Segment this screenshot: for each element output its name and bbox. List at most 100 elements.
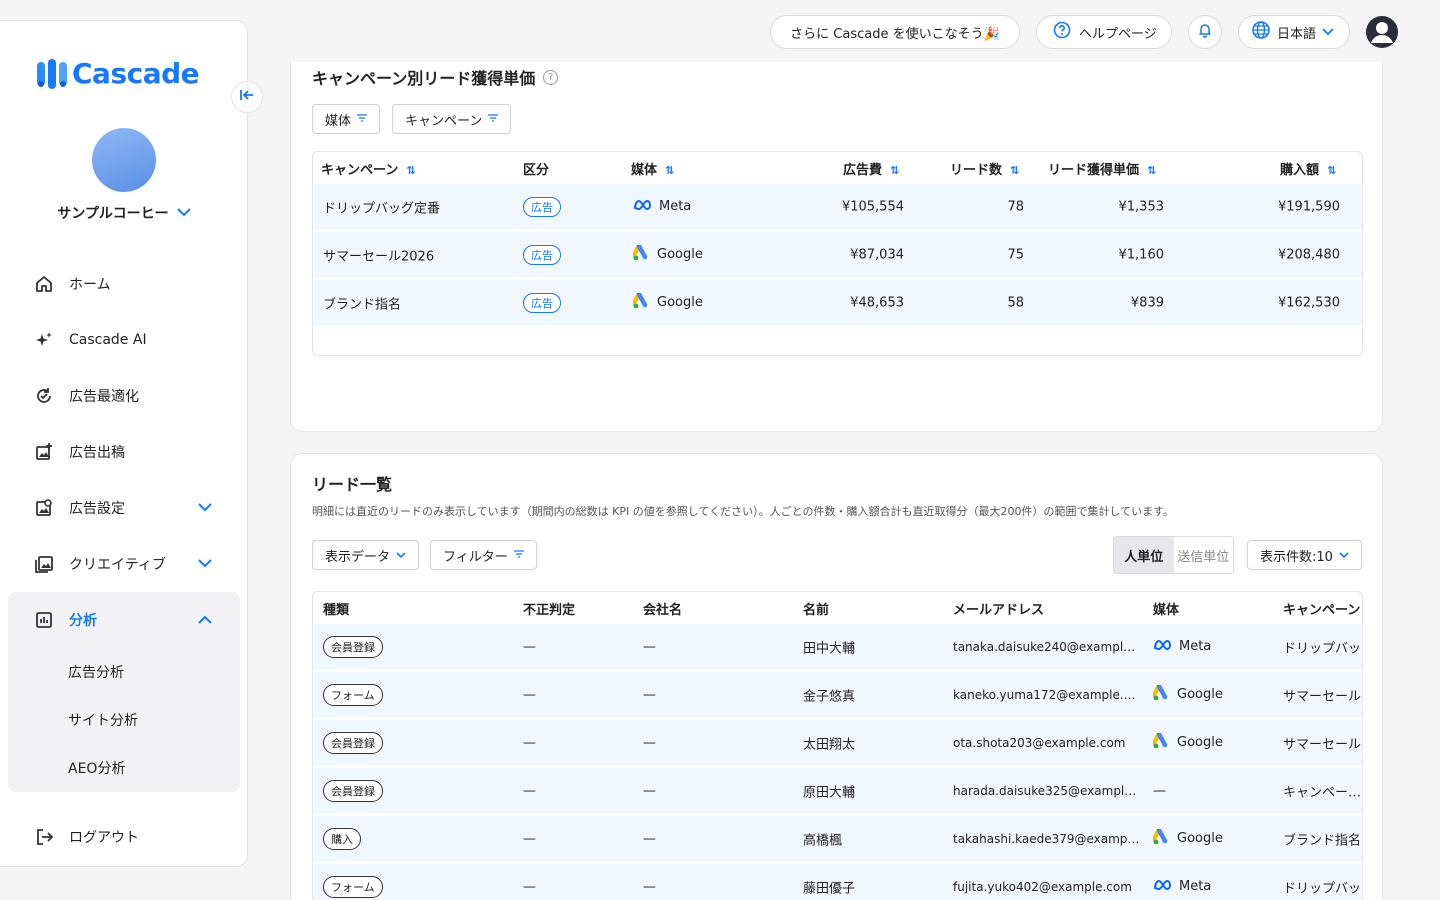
sort-icon: ⇅ — [1327, 163, 1337, 177]
account-switcher[interactable]: サンプルコーヒー — [0, 203, 248, 223]
media-filter-label: 媒体 — [325, 113, 352, 129]
table-row[interactable]: ブランド指名 広告 Google ¥48,653 58 ¥839 ¥162,530 — [313, 280, 1362, 328]
nav-item-creative[interactable]: クリエイティブ — [8, 536, 240, 592]
company-cell: — — [643, 639, 656, 654]
help-page-button[interactable]: ヘルプページ — [1036, 15, 1172, 49]
col-purchase[interactable]: 購入額 ⇅ — [1280, 159, 1336, 178]
kind-badge: 会員登録 — [323, 779, 383, 802]
meta-logo-icon — [1153, 639, 1173, 655]
type-cell: 広告 — [523, 196, 561, 217]
cascade-logo-mark-icon — [36, 58, 68, 90]
table-row[interactable]: フォーム — — 藤田優子 fujita.yuko402@example.com Meta… — [313, 864, 1362, 900]
name-cell: 原田大輔 — [803, 785, 856, 800]
table-row[interactable]: 会員登録 — — 田中大輔 tanaka.daisuke240@exampl… Meta ド… — [313, 624, 1362, 672]
unit-toggle: 人単位 送信単位 — [1113, 536, 1234, 574]
col-cpl[interactable]: リード獲得単価 ⇅ — [1048, 159, 1156, 178]
optimize-icon — [33, 385, 55, 407]
kind-badge: フォーム — [323, 875, 383, 898]
display-data-button[interactable]: 表示データ — [312, 540, 420, 570]
nav-item-ad-optimization[interactable]: 広告最適化 — [8, 368, 240, 424]
google-ads-logo-icon — [1151, 731, 1171, 753]
account-avatar[interactable] — [92, 128, 156, 192]
collapse-sidebar-button[interactable] — [231, 81, 263, 113]
account-name: サンプルコーヒー — [57, 206, 169, 222]
home-icon — [33, 273, 55, 295]
tips-button[interactable]: さらに Cascade を使いこなそう🎉 — [770, 15, 1020, 49]
cascade-logo-text: Cascade — [72, 57, 200, 90]
email-cell: takahashi.kaede379@examp… — [953, 831, 1140, 846]
campaign-cpl-card: キャンペーン別リード獲得単価 ? 媒体 キャンペーン キャンペーン ⇅ 区分 媒体… — [290, 40, 1383, 432]
nav-sub-aeo-analysis[interactable]: AEO分析 — [8, 744, 240, 792]
kind-badge: 会員登録 — [323, 731, 383, 754]
kind-badge: 会員登録 — [323, 635, 383, 658]
language-select[interactable]: 日本語 — [1238, 15, 1350, 49]
chevron-down-icon — [1339, 548, 1349, 563]
google-ads-logo-icon — [631, 291, 651, 313]
media-filter-button[interactable]: 媒体 — [312, 104, 381, 134]
email-cell: fujita.yuko402@example.com — [953, 879, 1132, 894]
per-submission-toggle[interactable]: 送信単位 — [1173, 537, 1233, 573]
nav-item-label: 広告最適化 — [69, 389, 139, 405]
company-cell: — — [643, 735, 656, 750]
table-row[interactable]: フォーム — — 金子悠真 kaneko.yuma172@example.… Google… — [313, 672, 1362, 720]
col-leads[interactable]: リード数 ⇅ — [950, 159, 1019, 178]
nav-item-label: 広告設定 — [69, 501, 125, 517]
logout-button[interactable]: ログアウト — [8, 809, 240, 865]
google-ads-logo-icon — [631, 243, 651, 265]
col-campaign[interactable]: キャンペーン ⇅ — [321, 159, 416, 178]
media-cell: Google — [1151, 827, 1223, 849]
fraud-cell: — — [523, 735, 536, 750]
col-media: 媒体 — [1153, 602, 1180, 618]
sort-icon: ⇅ — [1147, 163, 1157, 177]
sort-icon: ⇅ — [890, 163, 900, 177]
media-cell: — — [1153, 783, 1166, 798]
nav-item-label: 広告出稿 — [69, 445, 125, 461]
campaign-filter-button[interactable]: キャンペーン — [392, 104, 512, 134]
table-row[interactable]: 購入 — — 高橋楓 takahashi.kaede379@examp… Google ブラ… — [313, 816, 1362, 864]
page-size-select[interactable]: 表示件数:10 — [1247, 540, 1362, 570]
notifications-button[interactable] — [1188, 15, 1222, 49]
nav-item-cascade-ai[interactable]: Cascade AI — [8, 312, 240, 368]
nav-sub-ad-analysis[interactable]: 広告分析 — [8, 648, 240, 696]
fraud-cell: — — [523, 783, 536, 798]
kind-cell: 購入 — [323, 827, 361, 850]
per-person-toggle[interactable]: 人単位 — [1114, 537, 1174, 573]
nav-item-home[interactable]: ホーム — [8, 256, 240, 312]
leads-cell: 75 — [1007, 247, 1024, 262]
campaign-cell: ドリップバッ… — [1283, 641, 1362, 656]
name-cell: 藤田優子 — [803, 881, 856, 896]
col-media[interactable]: 媒体 ⇅ — [631, 159, 674, 178]
col-company: 会社名 — [643, 602, 683, 618]
cpl-cell: ¥1,353 — [1118, 199, 1165, 214]
table-header: キャンペーン ⇅ 区分 媒体 ⇅ 広告費 ⇅ リード数 ⇅ リード獲得単価 ⇅ 購入額 ⇅ — [313, 152, 1362, 184]
nav-item-ad-publish[interactable]: 広告出稿 — [8, 424, 240, 480]
media-cell: Meta — [1153, 879, 1211, 895]
nav-sub-site-analysis[interactable]: サイト分析 — [8, 696, 240, 744]
table-row[interactable]: サマーセール2026 広告 Google ¥87,034 75 ¥1,160 ¥208,48… — [313, 232, 1362, 280]
campaign-cpl-title-row: キャンペーン別リード獲得単価 ? — [312, 65, 559, 89]
nav-item-ad-settings[interactable]: 広告設定 — [8, 480, 240, 536]
chevron-down-icon — [176, 206, 191, 220]
chevron-down-icon — [198, 557, 212, 571]
table-row[interactable]: ドリップバッグ定番 広告 Meta ¥105,554 78 ¥1,353 ¥191,590 — [313, 184, 1362, 232]
filter-button[interactable]: フィルター — [430, 540, 537, 570]
filter-label: フィルター — [443, 549, 508, 565]
user-menu-button[interactable] — [1366, 16, 1398, 48]
chevron-down-icon — [198, 501, 212, 515]
table-row[interactable]: 会員登録 — — 原田大輔 harada.daisuke325@exampl… — キャンペ… — [313, 768, 1362, 816]
col-spend[interactable]: 広告費 ⇅ — [843, 159, 899, 178]
campaign-cpl-table: キャンペーン ⇅ 区分 媒体 ⇅ 広告費 ⇅ リード数 ⇅ リード獲得単価 ⇅ 購入額 ⇅ … — [312, 151, 1363, 356]
col-campaign: キャンペーン — [1283, 602, 1361, 618]
col-name: 名前 — [803, 602, 830, 618]
name-cell: 金子悠真 — [803, 689, 856, 704]
meta-logo-icon — [633, 199, 653, 215]
media-cell: Google — [1151, 731, 1223, 753]
purchase-cell: ¥208,480 — [1277, 247, 1340, 262]
campaign-cell: サマーセール2026 — [323, 249, 435, 264]
nav-item-analysis[interactable]: 分析 — [8, 592, 240, 648]
col-email: メールアドレス — [953, 602, 1045, 618]
table-row[interactable]: 会員登録 — — 太田翔太 ota.shota203@example.com Google… — [313, 720, 1362, 768]
cascade-logo[interactable]: Cascade — [36, 57, 200, 90]
help-question-icon[interactable]: ? — [543, 69, 559, 85]
kind-cell: 会員登録 — [323, 635, 383, 658]
